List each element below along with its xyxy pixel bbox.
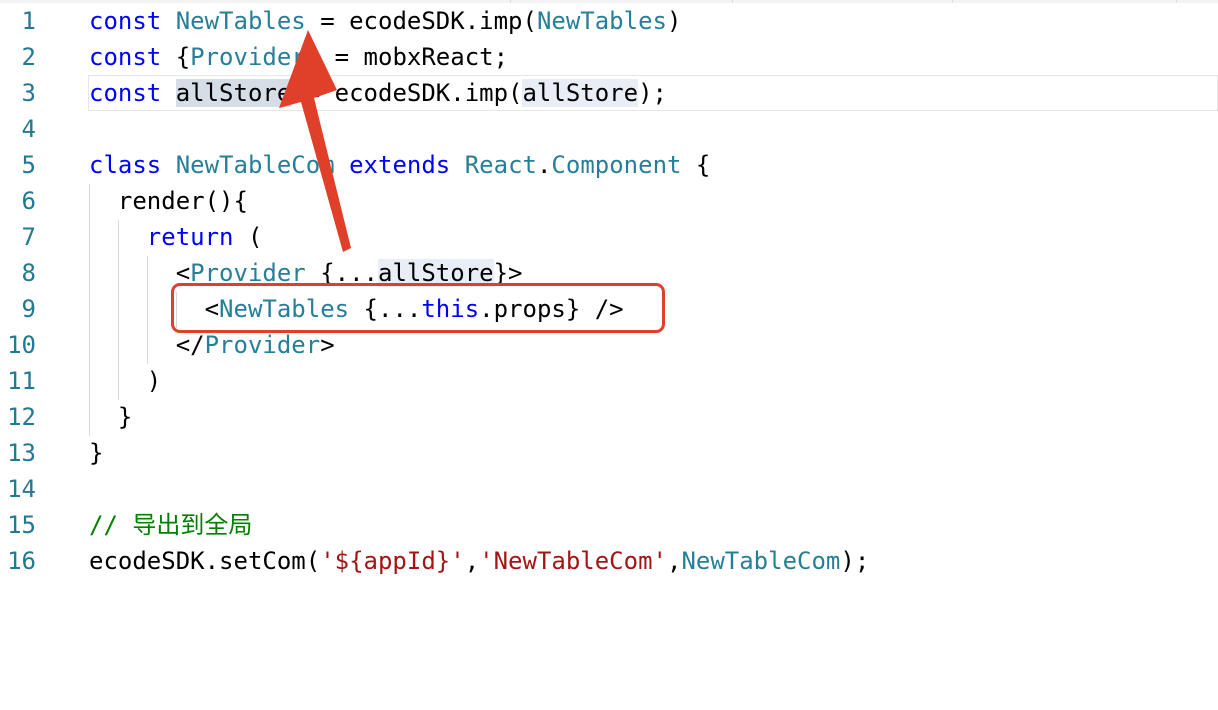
indent-guide xyxy=(147,256,148,364)
code-line[interactable]: 16 ecodeSDK.setCom('${appId}','NewTableCo… xyxy=(0,543,1218,579)
code-token: return xyxy=(146,223,234,251)
code-token: > xyxy=(320,331,335,359)
code-token: < xyxy=(89,259,191,287)
code-line[interactable]: 15 // 导出到全局 xyxy=(0,507,1218,543)
code-text[interactable]: const NewTables = ecodeSDK.imp(NewTables… xyxy=(89,3,681,39)
code-token: extends xyxy=(349,151,451,179)
code-token: = ecodeSDK.imp( xyxy=(291,79,523,107)
code-token: . xyxy=(536,151,552,179)
line-number: 1 xyxy=(21,7,36,35)
code-token: NewTables xyxy=(536,7,667,35)
line-number: 8 xyxy=(21,259,36,287)
line-number: 14 xyxy=(7,475,36,503)
code-text[interactable]: class NewTableCom extends React.Componen… xyxy=(89,147,710,183)
code-token: } xyxy=(89,403,133,431)
code-editor[interactable]: 1 const NewTables = ecodeSDK.imp(NewTable… xyxy=(0,0,1218,710)
code-text[interactable]: ecodeSDK.setCom('${appId}','NewTableCom'… xyxy=(89,543,869,579)
code-token: } xyxy=(89,439,104,467)
code-token: } = mobxReact; xyxy=(305,43,509,71)
indent-guide xyxy=(118,220,119,400)
code-token: allStore xyxy=(522,79,639,107)
line-number: 15 xyxy=(7,511,36,539)
line-number: 10 xyxy=(7,331,36,359)
line-number: 2 xyxy=(21,43,36,71)
code-token: ( xyxy=(233,223,263,251)
indent-guide xyxy=(89,184,90,436)
code-token: { xyxy=(161,43,191,71)
code-line[interactable]: 7 return ( xyxy=(0,219,1218,255)
line-number: 16 xyxy=(7,547,36,575)
code-token: ); xyxy=(840,547,870,575)
line-number: 9 xyxy=(21,295,36,323)
code-token: render(){ xyxy=(89,187,248,215)
code-text[interactable]: ) xyxy=(89,363,161,399)
code-line[interactable]: 1 const NewTables = ecodeSDK.imp(NewTable… xyxy=(0,3,1218,39)
code-line[interactable]: 3 const allStore = ecodeSDK.imp(allStore)… xyxy=(22,75,1218,111)
code-token: , xyxy=(666,547,682,575)
code-text[interactable]: render(){ xyxy=(89,183,248,219)
line-number: 5 xyxy=(21,151,36,179)
code-token: const xyxy=(89,43,162,71)
line-number: 6 xyxy=(21,187,36,215)
code-token: NewTableCom xyxy=(175,151,335,179)
code-token: ecodeSDK.setCom( xyxy=(89,547,321,575)
code-line[interactable]: 12 } xyxy=(0,399,1218,435)
code-token: Provider xyxy=(190,43,306,71)
code-token: Component xyxy=(551,151,682,179)
line-number: 13 xyxy=(7,439,36,467)
code-line[interactable]: 5 class NewTableCom extends React.Compone… xyxy=(0,147,1218,183)
code-token: ) xyxy=(666,7,682,35)
code-text[interactable]: const allStore = ecodeSDK.imp(allStore); xyxy=(89,75,667,111)
code-token: const xyxy=(89,79,162,107)
code-token: '${appId}' xyxy=(320,547,465,575)
code-line[interactable]: 13} xyxy=(0,435,1218,471)
code-line[interactable]: 4 xyxy=(0,111,1218,147)
code-token: Provider xyxy=(204,331,321,359)
code-token: 'NewTableCom' xyxy=(479,547,667,575)
code-line[interactable]: 14 xyxy=(0,471,1218,507)
annotation-highlight-box xyxy=(171,283,665,333)
code-line[interactable]: 11 ) xyxy=(0,363,1218,399)
code-text[interactable]: } xyxy=(89,435,103,471)
code-token: = ecodeSDK.imp( xyxy=(305,7,537,35)
code-token: // 导出到全局 xyxy=(89,511,253,539)
code-text[interactable]: } xyxy=(89,399,132,435)
code-token: const xyxy=(89,7,162,35)
line-number: 7 xyxy=(21,223,36,251)
code-line[interactable]: 2 const {Provider} = mobxReact; xyxy=(0,39,1218,75)
code-token: ); xyxy=(638,79,667,107)
line-number: 3 xyxy=(21,79,36,107)
line-number: 4 xyxy=(21,115,36,143)
code-text[interactable]: return ( xyxy=(89,219,263,255)
code-token: allStore xyxy=(175,79,292,107)
code-token: ) xyxy=(89,367,162,395)
code-text[interactable]: // 导出到全局 xyxy=(89,507,252,543)
code-token: , xyxy=(464,547,480,575)
code-token: NewTables xyxy=(175,7,306,35)
code-token: NewTableCom xyxy=(681,547,841,575)
line-number: 12 xyxy=(7,403,36,431)
code-line[interactable]: 6 render(){ xyxy=(0,183,1218,219)
code-token: React xyxy=(464,151,537,179)
code-token: class xyxy=(89,151,162,179)
line-number: 11 xyxy=(7,367,36,395)
code-text[interactable]: const {Provider} = mobxReact; xyxy=(89,39,508,75)
code-token: { xyxy=(681,151,711,179)
